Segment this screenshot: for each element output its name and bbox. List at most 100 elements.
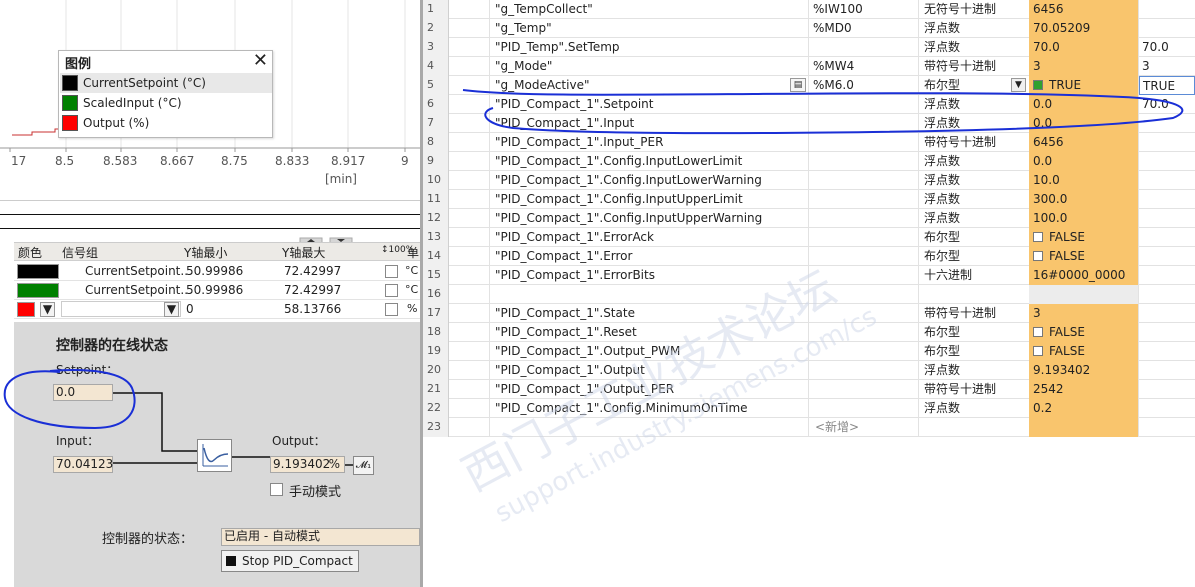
signal-color-swatch[interactable] bbox=[17, 283, 59, 298]
tag-name[interactable]: "PID_Compact_1".Output bbox=[495, 361, 785, 380]
tag-address[interactable] bbox=[813, 209, 913, 228]
table-row[interactable]: 8 "PID_Compact_1".Input_PER 带符号十进制 6456 bbox=[423, 133, 1195, 152]
tag-name[interactable]: "PID_Compact_1".Input bbox=[495, 114, 785, 133]
display-format[interactable]: 十六进制 bbox=[924, 266, 1024, 285]
display-format[interactable]: 带符号十进制 bbox=[924, 380, 1024, 399]
signal-ymin[interactable]: 0 bbox=[186, 302, 194, 316]
tag-name[interactable]: "g_Mode" bbox=[495, 57, 785, 76]
table-row[interactable]: 22 "PID_Compact_1".Config.MinimumOnTime 浮点… bbox=[423, 399, 1195, 418]
signal-ymax[interactable]: 72.42997 bbox=[284, 283, 341, 297]
table-row[interactable]: 21 "PID_Compact_1".Output_PER 带符号十进制 2542 bbox=[423, 380, 1195, 399]
table-row[interactable]: CurrentSetpoint.. 50.99986 72.42997 °C bbox=[14, 281, 420, 300]
modify-value[interactable]: 70.0 bbox=[1139, 38, 1195, 57]
tag-name[interactable]: "PID_Compact_1".Config.MinimumOnTime bbox=[495, 399, 785, 418]
tag-name[interactable]: "PID_Compact_1".Config.InputLowerWarning bbox=[495, 171, 785, 190]
signal-ymin[interactable]: 50.99986 bbox=[186, 283, 243, 297]
table-row[interactable]: 5 "g_ModeActive" ▤ %M6.0 布尔型 ▼ TRUE TRUE bbox=[423, 76, 1195, 95]
add-new-row[interactable]: <新增> bbox=[815, 418, 859, 436]
display-format[interactable]: 带符号十进制 bbox=[924, 57, 1024, 76]
splitter-bar[interactable] bbox=[0, 228, 420, 244]
signal-checkbox[interactable] bbox=[385, 303, 398, 316]
stop-pid-button[interactable]: Stop PID_Compact bbox=[221, 550, 359, 572]
modify-value[interactable] bbox=[1139, 152, 1195, 171]
table-row[interactable]: 20 "PID_Compact_1".Output 浮点数 9.193402 bbox=[423, 361, 1195, 380]
tag-name[interactable]: "g_Temp" bbox=[495, 19, 785, 38]
tag-address[interactable] bbox=[813, 361, 913, 380]
legend-item[interactable]: ScaledInput (°C) bbox=[60, 93, 272, 113]
modify-value[interactable] bbox=[1139, 228, 1195, 247]
trend-chart[interactable]: 17 8.5 8.583 8.667 8.75 8.833 8.917 9 [m… bbox=[0, 0, 420, 200]
modify-value[interactable] bbox=[1139, 418, 1195, 437]
table-row[interactable]: 10 "PID_Compact_1".Config.InputLowerWarni… bbox=[423, 171, 1195, 190]
tag-address[interactable]: %IW100 bbox=[813, 0, 913, 19]
tag-address[interactable] bbox=[813, 114, 913, 133]
table-row[interactable]: 1 "g_TempCollect" %IW100 无符号十进制 6456 bbox=[423, 0, 1195, 19]
signal-ymax[interactable]: 72.42997 bbox=[284, 264, 341, 278]
table-row[interactable]: 16 bbox=[423, 285, 1195, 304]
tag-address[interactable] bbox=[813, 266, 913, 285]
tag-name[interactable]: "PID_Compact_1".Reset bbox=[495, 323, 785, 342]
tag-address[interactable] bbox=[813, 342, 913, 361]
display-format[interactable] bbox=[924, 418, 1024, 437]
tag-address[interactable] bbox=[813, 304, 913, 323]
display-format[interactable]: 浮点数 bbox=[924, 19, 1024, 38]
manual-mode-checkbox[interactable] bbox=[270, 483, 283, 496]
modify-value[interactable] bbox=[1139, 171, 1195, 190]
signal-checkbox[interactable] bbox=[385, 284, 398, 297]
modify-value[interactable] bbox=[1139, 133, 1195, 152]
signal-color-swatch[interactable] bbox=[17, 264, 59, 279]
modify-value[interactable] bbox=[1139, 380, 1195, 399]
display-format[interactable]: 浮点数 bbox=[924, 190, 1024, 209]
table-row[interactable]: 12 "PID_Compact_1".Config.InputUpperWarni… bbox=[423, 209, 1195, 228]
modify-value[interactable] bbox=[1139, 361, 1195, 380]
chevron-down-icon[interactable]: ▼ bbox=[164, 302, 179, 317]
tag-name[interactable]: "g_TempCollect" bbox=[495, 0, 785, 19]
modify-value[interactable] bbox=[1139, 114, 1195, 133]
modify-value[interactable] bbox=[1139, 0, 1195, 19]
display-format[interactable]: 布尔型 bbox=[924, 342, 1024, 361]
display-format[interactable]: 带符号十进制 bbox=[924, 133, 1024, 152]
tag-name[interactable]: "g_ModeActive" bbox=[495, 76, 785, 95]
tag-address[interactable] bbox=[813, 190, 913, 209]
tag-address[interactable] bbox=[813, 95, 913, 114]
display-format[interactable]: 布尔型 bbox=[924, 323, 1024, 342]
signal-ymin[interactable]: 50.99986 bbox=[186, 264, 243, 278]
modify-value[interactable] bbox=[1139, 209, 1195, 228]
tag-name[interactable]: "PID_Compact_1".Input_PER bbox=[495, 133, 785, 152]
tag-name[interactable]: "PID_Compact_1".Config.InputLowerLimit bbox=[495, 152, 785, 171]
display-format[interactable]: 浮点数 bbox=[924, 399, 1024, 418]
signal-ymax[interactable]: 58.13766 bbox=[284, 302, 341, 316]
display-format[interactable]: 浮点数 bbox=[924, 361, 1024, 380]
display-format[interactable]: 浮点数 bbox=[924, 209, 1024, 228]
tag-name[interactable] bbox=[495, 285, 785, 304]
tag-name[interactable]: "PID_Compact_1".Error bbox=[495, 247, 785, 266]
tag-name[interactable]: "PID_Compact_1".State bbox=[495, 304, 785, 323]
table-row[interactable]: 23 <新增> bbox=[423, 418, 1195, 437]
tag-name[interactable]: "PID_Compact_1".ErrorBits bbox=[495, 266, 785, 285]
tag-address[interactable] bbox=[813, 228, 913, 247]
table-row[interactable]: 15 "PID_Compact_1".ErrorBits 十六进制 16#0000_0… bbox=[423, 266, 1195, 285]
tag-name[interactable] bbox=[495, 418, 785, 437]
tag-address[interactable] bbox=[813, 133, 913, 152]
display-format[interactable]: 浮点数 bbox=[924, 38, 1024, 57]
tag-name[interactable]: "PID_Compact_1".Config.InputUpperLimit bbox=[495, 190, 785, 209]
modify-value[interactable] bbox=[1139, 399, 1195, 418]
table-row[interactable]: 7 "PID_Compact_1".Input 浮点数 0.0 bbox=[423, 114, 1195, 133]
tag-address[interactable] bbox=[813, 323, 913, 342]
tag-name[interactable]: "PID_Compact_1".Output_PWM bbox=[495, 342, 785, 361]
display-format[interactable]: 布尔型 bbox=[924, 247, 1024, 266]
close-icon[interactable]: ✕ bbox=[253, 51, 268, 71]
tag-name[interactable]: "PID_Compact_1".ErrorAck bbox=[495, 228, 785, 247]
legend-popup[interactable]: 图例 ✕ CurrentSetpoint (°C) ScaledInput (°… bbox=[58, 50, 273, 138]
modify-value[interactable] bbox=[1139, 190, 1195, 209]
signal-color-swatch[interactable] bbox=[17, 302, 35, 317]
tag-address[interactable] bbox=[813, 171, 913, 190]
signal-checkbox[interactable] bbox=[385, 265, 398, 278]
display-format[interactable]: 浮点数 bbox=[924, 95, 1024, 114]
table-row[interactable]: 19 "PID_Compact_1".Output_PWM 布尔型 FALSE bbox=[423, 342, 1195, 361]
table-row[interactable]: ▼ ▼ 0 58.13766 % bbox=[14, 300, 420, 319]
modify-value[interactable] bbox=[1139, 266, 1195, 285]
tag-address[interactable] bbox=[813, 247, 913, 266]
modify-value[interactable]: 3 bbox=[1139, 57, 1195, 76]
manual-value-icon[interactable]: 𝓜₁ bbox=[353, 456, 374, 475]
